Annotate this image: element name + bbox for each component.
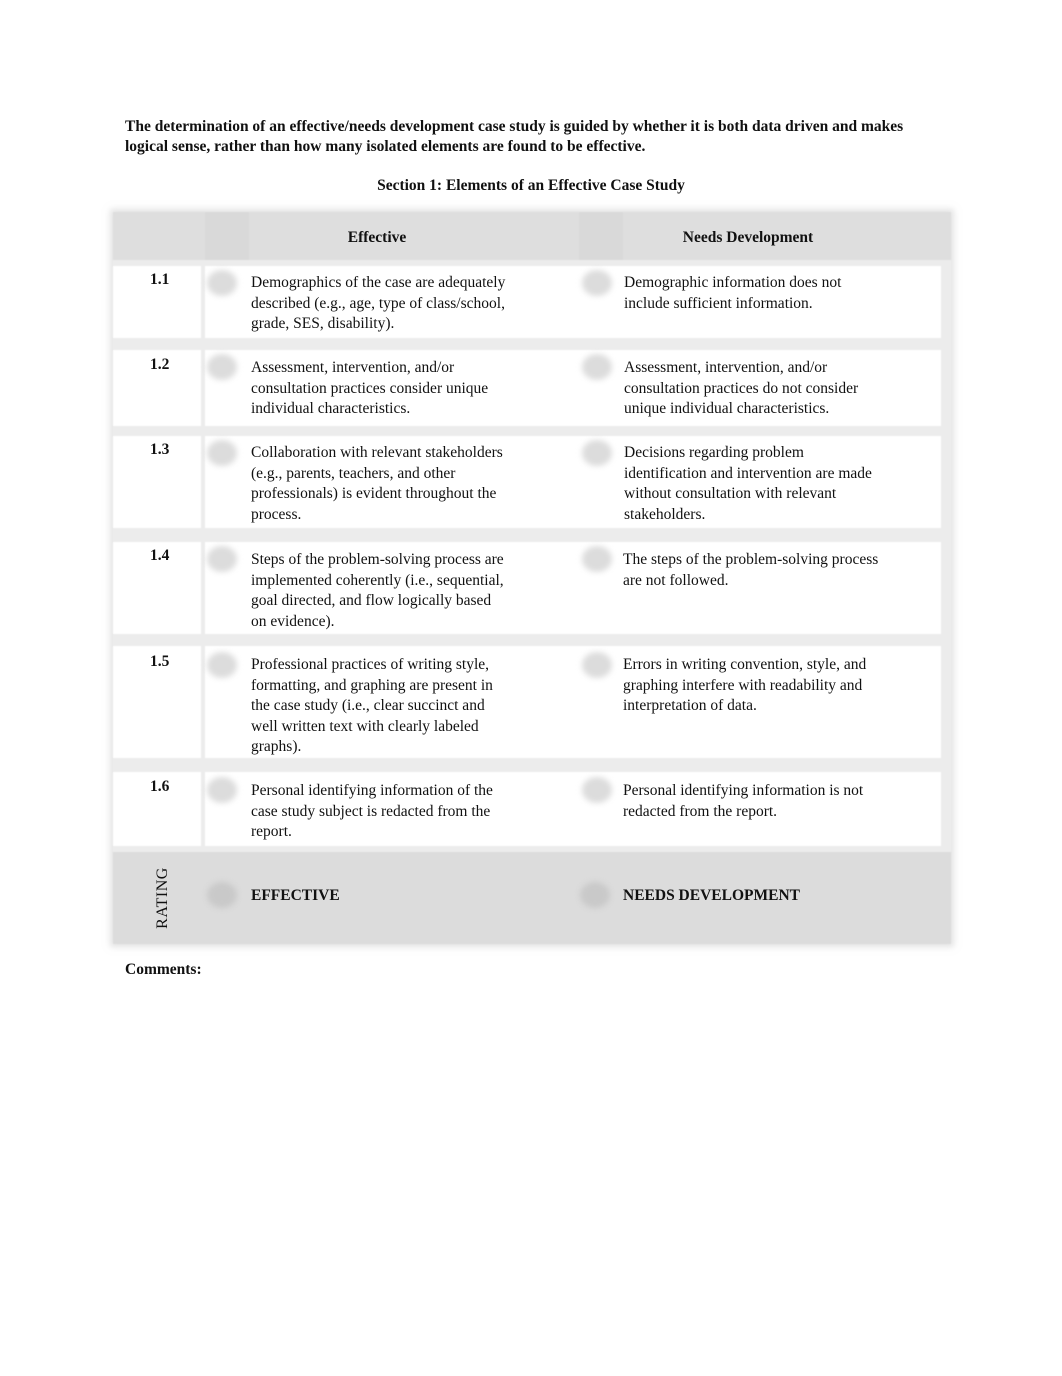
row-number: 1.6 [150,778,170,795]
needs-development-checkbox[interactable] [582,777,612,803]
rating-needs-development-checkbox[interactable] [580,882,610,908]
needs-development-description: Decisions regarding problem identificati… [624,444,872,523]
header-number-cell [113,212,201,260]
needs-development-checkbox[interactable] [582,354,612,380]
effective-checkbox[interactable] [207,440,237,466]
effective-description: Demographics of the case are adequately … [251,274,506,332]
needs-development-checkbox[interactable] [582,440,612,466]
effective-checkbox[interactable] [207,652,237,678]
intro-paragraph: The determination of an effective/needs … [125,118,904,155]
needs-development-description: Assessment, intervention, and/or consult… [624,359,859,417]
effective-checkbox[interactable] [207,354,237,380]
effective-description: Personal identifying information of the … [251,782,493,840]
effective-description: Assessment, intervention, and/or consult… [251,359,489,417]
header-needs-development: Needs Development [682,229,814,246]
needs-development-description: The steps of the problem-solving process… [623,551,879,589]
needs-development-checkbox[interactable] [582,546,612,572]
needs-development-description: Personal identifying information is not … [623,782,864,820]
needs-development-checkbox[interactable] [582,270,612,296]
needs-development-description: Errors in writing convention, style, and… [623,656,867,714]
effective-checkbox[interactable] [207,270,237,296]
effective-description: Steps of the problem-solving process are… [251,551,504,630]
row-number: 1.3 [150,441,170,458]
effective-checkbox[interactable] [207,546,237,572]
row-number: 1.2 [150,356,170,373]
row-number: 1.1 [150,271,170,288]
header-effective: Effective [347,229,407,246]
rating-needs-development-label: NEEDS DEVELOPMENT [623,887,800,904]
rating-row [113,852,951,944]
needs-development-description: Demographic information does not include… [624,274,842,312]
effective-description: Professional practices of writing style,… [251,656,493,755]
rating-effective-checkbox[interactable] [207,882,237,908]
rating-label: RATING [154,867,171,929]
header-checkbox-cell-effective [205,212,249,260]
comments-label: Comments: [125,961,202,978]
row-number: 1.4 [150,547,170,564]
header-checkbox-cell-needs [579,212,623,260]
needs-development-checkbox[interactable] [582,652,612,678]
rating-effective-label: EFFECTIVE [251,887,340,904]
section-title: Section 1: Elements of an Effective Case… [377,177,685,194]
row-number: 1.5 [150,653,170,670]
effective-description: Collaboration with relevant stakeholders… [251,444,503,523]
effective-checkbox[interactable] [207,777,237,803]
